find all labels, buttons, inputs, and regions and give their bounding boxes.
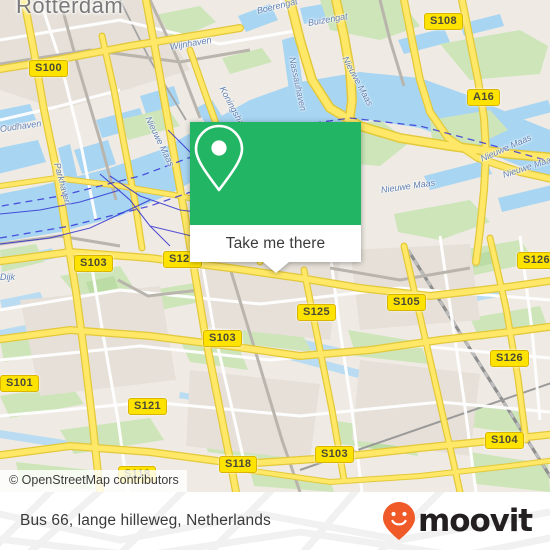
road-shield: S101 [0,375,39,392]
moovit-logo[interactable]: moovit [382,492,533,550]
road-shield: S126 [490,350,529,367]
road-shield: S104 [485,432,524,449]
footer-bar: Bus 66, lange hilleweg, Netherlands moov… [0,492,550,550]
take-me-there-popup[interactable]: Take me there [190,122,361,273]
road-shield: S103 [315,446,354,463]
moovit-map-screenshot: Rotterdam Wijnhaven Boerengat Buizengat Nas… [0,0,550,550]
road-shield: S125 [297,304,336,321]
road-shield: S118 [219,456,258,473]
road-shield: A16 [467,89,501,106]
moovit-smiley-pin-icon [383,502,416,540]
popup-icon-area [190,122,361,225]
take-me-there-button[interactable]: Take me there [190,225,361,262]
road-shield: S108 [424,13,463,30]
moovit-wordmark: moovit [418,502,533,539]
road-shield: S105 [387,294,426,311]
map-pin-icon [194,124,244,192]
road-shield: S100 [29,60,68,77]
place-title: Bus 66, lange hilleweg, Netherlands [20,512,271,529]
take-me-there-label: Take me there [225,234,326,252]
road-shield: S121 [128,398,167,415]
road-shield: S126 [517,252,550,269]
osm-attribution[interactable]: © OpenStreetMap contributors [0,470,187,492]
road-shield: S103 [203,330,242,347]
map-canvas[interactable]: Rotterdam Wijnhaven Boerengat Buizengat Nas… [0,0,550,492]
road-shield: S103 [74,255,113,272]
popup-pointer-tail [262,262,289,273]
